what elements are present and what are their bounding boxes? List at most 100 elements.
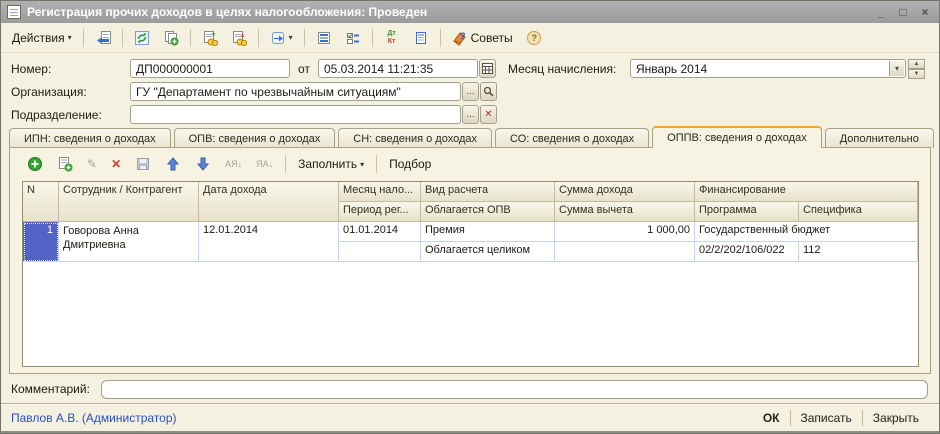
post-document-icon (95, 30, 111, 46)
tab-sn[interactable]: СН: сведения о доходах (338, 128, 492, 148)
arrow-down-icon (195, 156, 211, 172)
spin-down-icon[interactable]: ▼ (908, 69, 925, 79)
column-header-tax-month[interactable]: Месяц нало... (339, 182, 421, 202)
tax-month-cell[interactable]: 01.01.2014 (339, 222, 421, 242)
edit-row-button[interactable]: ✎ (82, 153, 102, 175)
toolbar-separator (376, 155, 377, 173)
reg-period-cell[interactable] (339, 242, 421, 262)
employee-cell[interactable]: Говорова Анна Дмитриевна (59, 222, 199, 262)
clear-icon: ✕ (484, 109, 492, 120)
post-document-button[interactable] (90, 27, 116, 49)
add-row-button[interactable] (22, 153, 48, 175)
save-button[interactable]: Записать (791, 411, 862, 425)
column-header-deduction-sum[interactable]: Сумма вычета (555, 202, 695, 222)
close-button[interactable]: × (917, 4, 933, 20)
help-button[interactable]: ? (521, 27, 547, 49)
financing-cell[interactable]: Государственный бюджет (695, 222, 918, 242)
debit-credit-button[interactable]: Дт Кт (379, 27, 405, 49)
end-edit-button[interactable] (130, 153, 156, 175)
copy-row-icon (57, 156, 73, 172)
move-row-up-button[interactable] (160, 153, 186, 175)
column-header-n[interactable]: N (23, 182, 59, 222)
opv-taxable-cell[interactable]: Облагается целиком (421, 242, 555, 262)
ok-button[interactable]: ОК (753, 411, 790, 425)
status-bar: Павлов А.В. (Администратор) ОК Записать … (1, 403, 939, 432)
department-field[interactable] (130, 105, 461, 124)
list-settings-button[interactable] (340, 27, 366, 49)
post-with-coins-icon (202, 30, 218, 46)
maximize-button[interactable]: □ (895, 4, 911, 20)
column-header-calc-type[interactable]: Вид расчета (421, 182, 555, 202)
tab-oppv[interactable]: ОППВ: сведения о доходах (652, 126, 822, 148)
tab-ipn[interactable]: ИПН: сведения о доходах (9, 128, 171, 148)
fill-menu-button[interactable]: Заполнить ▾ (293, 154, 369, 174)
calc-type-cell[interactable]: Премия (421, 222, 555, 242)
sort-ascending-button[interactable]: АЯ↓ (220, 156, 247, 172)
column-header-opv-taxable[interactable]: Облагается ОПВ (421, 202, 555, 222)
specifics-cell[interactable]: 112 (799, 242, 918, 262)
column-header-financing[interactable]: Финансирование (695, 182, 918, 202)
column-header-program[interactable]: Программа (695, 202, 799, 222)
copy-row-button[interactable] (52, 153, 78, 175)
department-clear-button[interactable]: ✕ (480, 105, 497, 124)
spin-up-icon[interactable]: ▲ (908, 59, 925, 69)
toolbar-separator (258, 29, 259, 47)
column-header-reg-period[interactable]: Период рег... (339, 202, 421, 222)
document-journal-button[interactable] (408, 27, 434, 49)
goto-button[interactable]: ▾ (265, 27, 298, 49)
ellipsis-icon: ... (466, 86, 474, 97)
unpost-button[interactable] (226, 27, 252, 49)
toolbar-separator (440, 29, 441, 47)
column-header-employee[interactable]: Сотрудник / Контрагент (59, 182, 199, 222)
current-user-label: Павлов А.В. (Администратор) (11, 411, 753, 425)
post-button[interactable] (197, 27, 223, 49)
column-header-income-sum[interactable]: Сумма дохода (555, 182, 695, 202)
program-cell[interactable]: 02/2/202/106/022 (695, 242, 799, 262)
date-field[interactable]: 05.03.2014 11:21:35 (318, 59, 478, 78)
minimize-button[interactable]: _ (873, 4, 889, 20)
delete-row-button[interactable]: ✕ (106, 153, 126, 175)
calendar-button[interactable] (479, 59, 496, 78)
document-structure-button[interactable] (311, 27, 337, 49)
checkbox-list-icon (345, 30, 361, 46)
sort-descending-button[interactable]: ЯА↓ (251, 156, 278, 172)
department-label: Подразделение: (11, 108, 130, 122)
debit-credit-icon: Дт Кт (384, 30, 400, 46)
comment-field[interactable] (101, 380, 928, 399)
tips-button[interactable]: ? Советы (447, 27, 518, 49)
deduction-sum-cell[interactable] (555, 242, 695, 262)
income-sum-cell[interactable]: 1 000,00 (555, 222, 695, 242)
income-date-cell[interactable]: 12.01.2014 (199, 222, 339, 262)
move-row-down-button[interactable] (190, 153, 216, 175)
actions-menu-button[interactable]: Действия ▾ (7, 28, 77, 48)
department-select-button[interactable]: ... (462, 105, 479, 124)
month-spinner[interactable]: ▲ ▼ (908, 59, 925, 78)
income-table[interactable]: N Сотрудник / Контрагент Дата дохода Мес… (22, 181, 919, 367)
pick-button[interactable]: Подбор (384, 154, 436, 174)
svg-text:?: ? (460, 31, 466, 41)
accrual-month-field[interactable]: Январь 2014 ▾ (630, 59, 906, 78)
organization-field[interactable]: ГУ "Департамент по чрезвычайным ситуация… (130, 82, 461, 101)
organization-select-button[interactable]: ... (462, 82, 479, 101)
tab-so[interactable]: СО: сведения о доходах (495, 128, 649, 148)
toolbar-separator (190, 29, 191, 47)
refresh-button[interactable] (129, 27, 155, 49)
document-icon (7, 5, 21, 19)
chevron-down-icon: ▾ (289, 33, 293, 42)
structure-list-icon (316, 30, 332, 46)
column-header-income-date[interactable]: Дата дохода (199, 182, 339, 222)
column-header-specifics[interactable]: Специфика (799, 202, 918, 222)
toolbar-separator (83, 29, 84, 47)
copy-document-button[interactable] (158, 27, 184, 49)
ellipsis-icon: ... (466, 109, 474, 120)
number-field[interactable]: ДП000000001 (130, 59, 290, 78)
tab-additional[interactable]: Дополнительно (825, 128, 934, 148)
delete-icon: ✕ (111, 156, 121, 172)
table-empty-area[interactable] (23, 262, 918, 366)
toolbar-separator (285, 155, 286, 173)
month-dropdown-button[interactable]: ▾ (889, 61, 904, 76)
organization-search-button[interactable] (480, 82, 497, 101)
row-number-cell[interactable]: 1 (23, 222, 59, 262)
tab-opv[interactable]: ОПВ: сведения о доходах (174, 128, 336, 148)
close-form-button[interactable]: Закрыть (863, 411, 929, 425)
